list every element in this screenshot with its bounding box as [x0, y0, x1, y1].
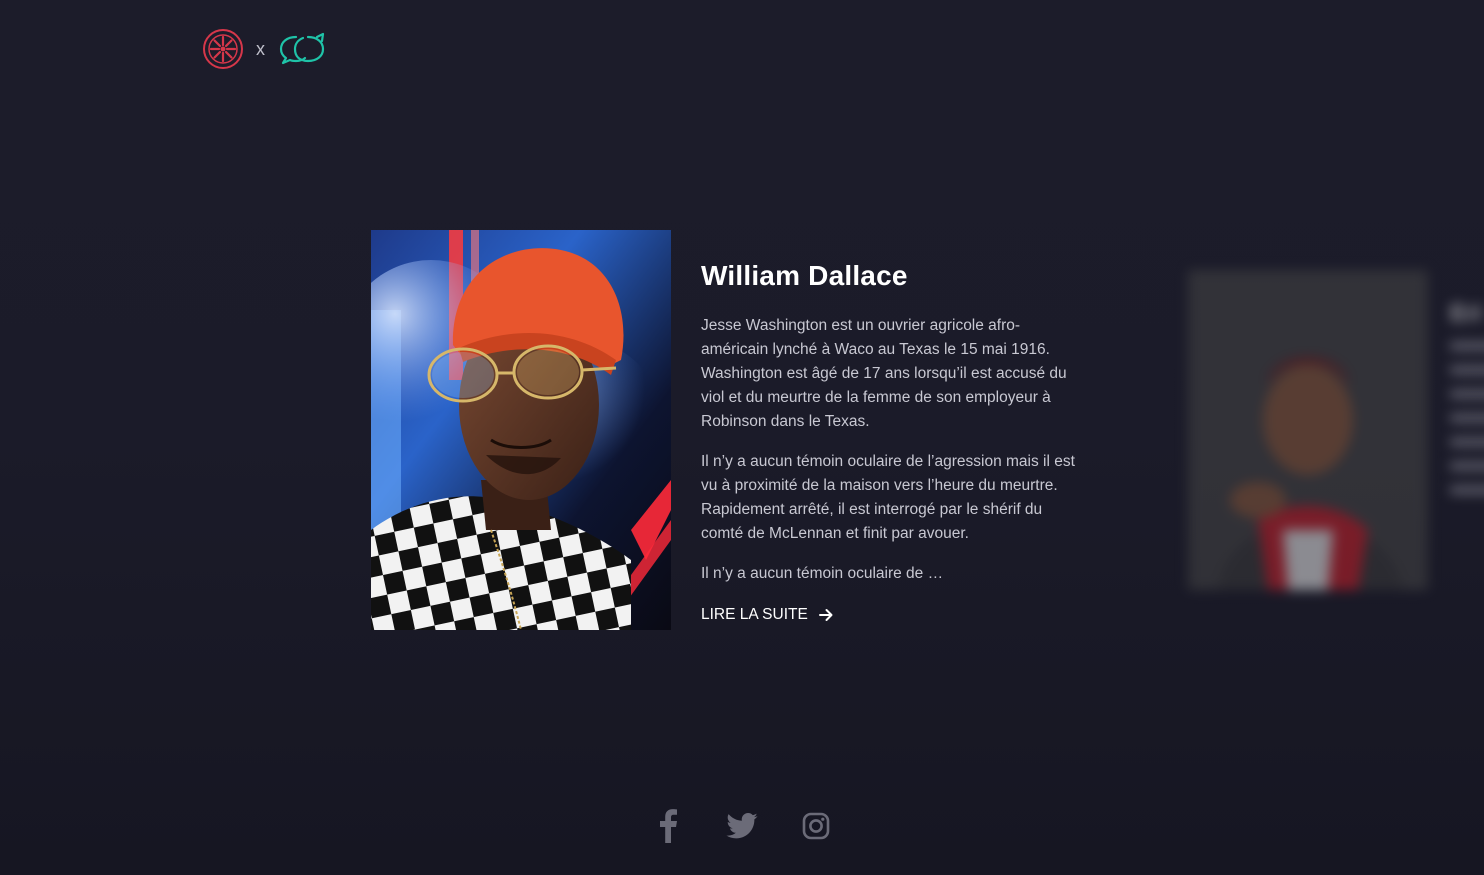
next-profile-line — [1450, 486, 1484, 494]
profile-name: William Dallace — [701, 260, 908, 291]
next-profile-line — [1450, 462, 1484, 470]
bio-paragraph-1: Jesse Washington est un ouvrier agricole… — [701, 317, 1067, 430]
facebook-icon[interactable] — [650, 808, 686, 844]
arrow-right-icon — [818, 609, 833, 621]
next-profile-line — [1450, 438, 1484, 446]
logo-separator: x — [256, 38, 265, 59]
next-profile-line — [1450, 366, 1484, 374]
twitter-icon[interactable] — [724, 808, 760, 844]
next-profile-portrait — [1188, 270, 1428, 590]
header: x — [202, 28, 327, 70]
social-links — [0, 808, 1484, 844]
instagram-icon[interactable] — [798, 808, 834, 844]
read-more-link[interactable]: LIRE LA SUITE — [701, 606, 834, 624]
profile-card: William Dallace Jesse Washington est un … — [371, 230, 1091, 630]
profile-portrait — [371, 230, 671, 630]
partner-logo-bubbles[interactable] — [277, 32, 327, 66]
profile-text: William Dallace Jesse Washington est un … — [701, 260, 1081, 624]
portrait-illustration — [371, 230, 671, 630]
read-more-label: LIRE LA SUITE — [701, 606, 808, 623]
next-profile-name: Eri — [1450, 300, 1483, 327]
bio-paragraph-3: Il n’y a aucun témoin oculaire de … — [701, 565, 944, 582]
next-profile-line — [1450, 390, 1484, 398]
next-profile-text: Eri — [1450, 300, 1484, 510]
brand-logo-wheel[interactable] — [202, 28, 244, 70]
bio-paragraph-2: Il n’y a aucun témoin oculaire de l’agre… — [701, 453, 1075, 542]
next-profile-line — [1450, 414, 1484, 422]
next-profile-card[interactable]: Eri — [1188, 270, 1484, 590]
next-portrait-illustration — [1188, 270, 1428, 590]
next-profile-line — [1450, 342, 1484, 350]
